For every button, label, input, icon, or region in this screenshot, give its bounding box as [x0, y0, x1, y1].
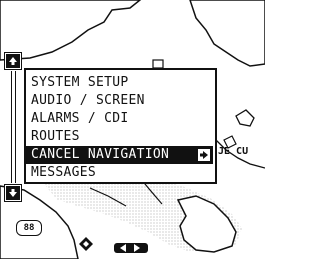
diamond-icon	[79, 237, 93, 251]
scroll-down-button[interactable]	[4, 184, 22, 202]
menu-item-label: ALARMS / CDI	[31, 111, 129, 126]
landmass-top	[0, 0, 142, 61]
menu-item-messages[interactable]: MESSAGES	[26, 164, 215, 182]
menu-item-label: AUDIO / SCREEN	[31, 93, 145, 108]
highway-marker-label: 88	[23, 223, 35, 233]
menu-scrollbar[interactable]	[4, 52, 23, 203]
menu-item-cancel-navigation[interactable]: CANCEL NAVIGATION	[26, 146, 213, 164]
menu-item-label: SYSTEM SETUP	[31, 75, 129, 90]
menu-item-label: MESSAGES	[31, 165, 97, 180]
menu-item-audio-screen[interactable]: AUDIO / SCREEN	[26, 92, 215, 110]
arrow-down-icon	[9, 189, 17, 197]
highway-marker: 88	[16, 220, 42, 236]
route-marker	[114, 243, 148, 253]
arrow-right-icon	[197, 148, 211, 162]
menu-item-label: CANCEL NAVIGATION	[31, 147, 170, 162]
scroll-up-button[interactable]	[4, 52, 22, 70]
menu-item-routes[interactable]: ROUTES	[26, 128, 215, 146]
main-menu: SYSTEM SETUP AUDIO / SCREEN ALARMS / CDI…	[24, 68, 217, 184]
gps-screen: 88 JE CU SYSTEM SETUP AUDIO / SCREEN ALA…	[0, 0, 265, 259]
map-place-label: JE CU	[218, 146, 249, 157]
menu-item-alarms-cdi[interactable]: ALARMS / CDI	[26, 110, 215, 128]
arrow-up-icon	[9, 57, 17, 65]
menu-item-label: ROUTES	[31, 129, 80, 144]
menu-item-system-setup[interactable]: SYSTEM SETUP	[26, 74, 215, 92]
landmass-top-right	[189, 0, 265, 67]
scroll-track[interactable]	[11, 71, 16, 183]
